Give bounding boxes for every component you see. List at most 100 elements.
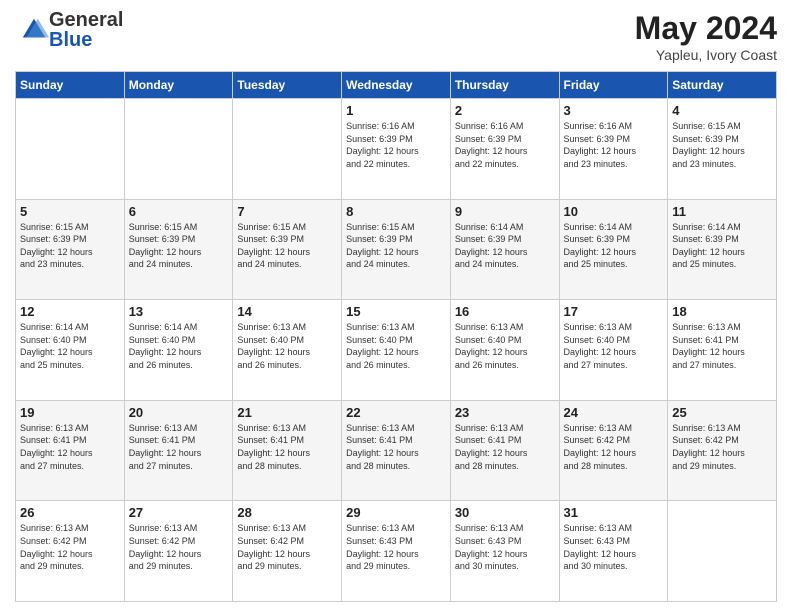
day-number: 23 [455,405,555,420]
day-number: 12 [20,304,120,319]
day-cell: 17 Sunrise: 6:13 AM Sunset: 6:40 PM Dayli… [559,300,668,401]
logo-icon [19,15,49,45]
day-cell: 24 Sunrise: 6:13 AM Sunset: 6:42 PM Dayli… [559,400,668,501]
day-number: 24 [564,405,664,420]
day-number: 7 [237,204,337,219]
day-number: 19 [20,405,120,420]
day-cell: 11Sunrise: 6:14 AM Sunset: 6:39 PM Dayli… [668,199,777,300]
day-cell: 18Sunrise: 6:13 AM Sunset: 6:41 PM Dayli… [668,300,777,401]
day-number: 21 [237,405,337,420]
day-info: Sunrise: 6:14 AM Sunset: 6:39 PM Dayligh… [455,222,528,270]
day-cell: 10 Sunrise: 6:14 AM Sunset: 6:39 PM Dayli… [559,199,668,300]
location-subtitle: Yapleu, Ivory Coast [635,47,777,63]
day-info: Sunrise: 6:13 AM Sunset: 6:42 PM Dayligh… [672,423,745,471]
day-cell: 25 Sunrise: 6:13 AM Sunset: 6:42 PM Dayli… [668,400,777,501]
day-header-tuesday: Tuesday [233,72,342,99]
day-number: 15 [346,304,446,319]
day-info: Sunrise: 6:14 AM Sunset: 6:39 PM Dayligh… [564,222,637,270]
logo: General Blue [15,10,123,50]
day-cell: 23Sunrise: 6:13 AM Sunset: 6:41 PM Dayli… [450,400,559,501]
day-cell: 31 Sunrise: 6:13 AM Sunset: 6:43 PM Dayli… [559,501,668,602]
day-info: Sunrise: 6:15 AM Sunset: 6:39 PM Dayligh… [129,222,202,270]
day-number: 1 [346,103,446,118]
day-cell: 5 Sunrise: 6:15 AM Sunset: 6:39 PM Daylig… [16,199,125,300]
day-info: Sunrise: 6:14 AM Sunset: 6:39 PM Dayligh… [672,222,745,270]
day-number: 9 [455,204,555,219]
day-header-friday: Friday [559,72,668,99]
day-header-thursday: Thursday [450,72,559,99]
day-cell: 12 Sunrise: 6:14 AM Sunset: 6:40 PM Dayli… [16,300,125,401]
day-cell [124,99,233,200]
day-cell: 16 Sunrise: 6:13 AM Sunset: 6:40 PM Dayli… [450,300,559,401]
day-info: Sunrise: 6:13 AM Sunset: 6:41 PM Dayligh… [20,423,93,471]
day-info: Sunrise: 6:13 AM Sunset: 6:42 PM Dayligh… [237,523,310,571]
day-cell: 1Sunrise: 6:16 AM Sunset: 6:39 PM Daylig… [342,99,451,200]
day-cell: 4 Sunrise: 6:15 AM Sunset: 6:39 PM Daylig… [668,99,777,200]
day-cell [668,501,777,602]
day-info: Sunrise: 6:15 AM Sunset: 6:39 PM Dayligh… [672,121,745,169]
day-number: 4 [672,103,772,118]
day-number: 2 [455,103,555,118]
title-area: May 2024 Yapleu, Ivory Coast [635,10,777,63]
day-cell [16,99,125,200]
day-info: Sunrise: 6:13 AM Sunset: 6:42 PM Dayligh… [564,423,637,471]
day-cell: 14 Sunrise: 6:13 AM Sunset: 6:40 PM Dayli… [233,300,342,401]
day-header-sunday: Sunday [16,72,125,99]
day-info: Sunrise: 6:15 AM Sunset: 6:39 PM Dayligh… [20,222,93,270]
day-number: 16 [455,304,555,319]
day-cell: 19 Sunrise: 6:13 AM Sunset: 6:41 PM Dayli… [16,400,125,501]
calendar-table: SundayMondayTuesdayWednesdayThursdayFrid… [15,71,777,602]
day-number: 14 [237,304,337,319]
week-row-1: 1 Sunrise: 6:16 AM Sunset: 6:39 PM Daylig… [16,99,777,200]
day-cell [233,99,342,200]
day-cell: 22Sunrise: 6:13 AM Sunset: 6:41 PM Dayli… [342,400,451,501]
logo-blue: Blue [49,30,123,50]
day-number: 5 [20,204,120,219]
day-cell: 20Sunrise: 6:13 AM Sunset: 6:41 PM Dayli… [124,400,233,501]
page: General Blue May 2024 Yapleu, Ivory Coas… [0,0,792,612]
day-info: Sunrise: 6:13 AM Sunset: 6:43 PM Dayligh… [346,523,419,571]
day-number: 30 [455,505,555,520]
day-number: 28 [237,505,337,520]
day-header-monday: Monday [124,72,233,99]
day-header-wednesday: Wednesday [342,72,451,99]
day-cell: 9 Sunrise: 6:14 AM Sunset: 6:39 PM Daylig… [450,199,559,300]
day-cell: 27Sunrise: 6:13 AM Sunset: 6:42 PM Dayli… [124,501,233,602]
day-number: 29 [346,505,446,520]
day-cell: 2Sunrise: 6:16 AM Sunset: 6:39 PM Daylig… [450,99,559,200]
day-info: Sunrise: 6:13 AM Sunset: 6:40 PM Dayligh… [455,322,528,370]
day-number: 17 [564,304,664,319]
week-row-4: 19 Sunrise: 6:13 AM Sunset: 6:41 PM Dayli… [16,400,777,501]
day-info: Sunrise: 6:13 AM Sunset: 6:40 PM Dayligh… [346,322,419,370]
day-number: 10 [564,204,664,219]
month-title: May 2024 [635,10,777,47]
day-info: Sunrise: 6:16 AM Sunset: 6:39 PM Dayligh… [564,121,637,169]
day-header-saturday: Saturday [668,72,777,99]
day-info: Sunrise: 6:15 AM Sunset: 6:39 PM Dayligh… [237,222,310,270]
day-number: 3 [564,103,664,118]
day-info: Sunrise: 6:13 AM Sunset: 6:42 PM Dayligh… [20,523,93,571]
day-info: Sunrise: 6:13 AM Sunset: 6:43 PM Dayligh… [564,523,637,571]
day-number: 13 [129,304,229,319]
day-cell: 6 Sunrise: 6:15 AM Sunset: 6:39 PM Daylig… [124,199,233,300]
day-info: Sunrise: 6:13 AM Sunset: 6:41 PM Dayligh… [237,423,310,471]
day-cell: 28 Sunrise: 6:13 AM Sunset: 6:42 PM Dayli… [233,501,342,602]
day-info: Sunrise: 6:14 AM Sunset: 6:40 PM Dayligh… [20,322,93,370]
day-number: 18 [672,304,772,319]
day-info: Sunrise: 6:15 AM Sunset: 6:39 PM Dayligh… [346,222,419,270]
day-info: Sunrise: 6:13 AM Sunset: 6:40 PM Dayligh… [564,322,637,370]
week-row-5: 26Sunrise: 6:13 AM Sunset: 6:42 PM Dayli… [16,501,777,602]
day-info: Sunrise: 6:13 AM Sunset: 6:40 PM Dayligh… [237,322,310,370]
day-cell: 7 Sunrise: 6:15 AM Sunset: 6:39 PM Daylig… [233,199,342,300]
week-row-3: 12 Sunrise: 6:14 AM Sunset: 6:40 PM Dayli… [16,300,777,401]
day-number: 25 [672,405,772,420]
day-cell: 13 Sunrise: 6:14 AM Sunset: 6:40 PM Dayli… [124,300,233,401]
day-number: 6 [129,204,229,219]
week-row-2: 5 Sunrise: 6:15 AM Sunset: 6:39 PM Daylig… [16,199,777,300]
day-cell: 29 Sunrise: 6:13 AM Sunset: 6:43 PM Dayli… [342,501,451,602]
day-number: 31 [564,505,664,520]
day-cell: 3 Sunrise: 6:16 AM Sunset: 6:39 PM Daylig… [559,99,668,200]
day-info: Sunrise: 6:14 AM Sunset: 6:40 PM Dayligh… [129,322,202,370]
day-number: 27 [129,505,229,520]
day-cell: 26Sunrise: 6:13 AM Sunset: 6:42 PM Dayli… [16,501,125,602]
